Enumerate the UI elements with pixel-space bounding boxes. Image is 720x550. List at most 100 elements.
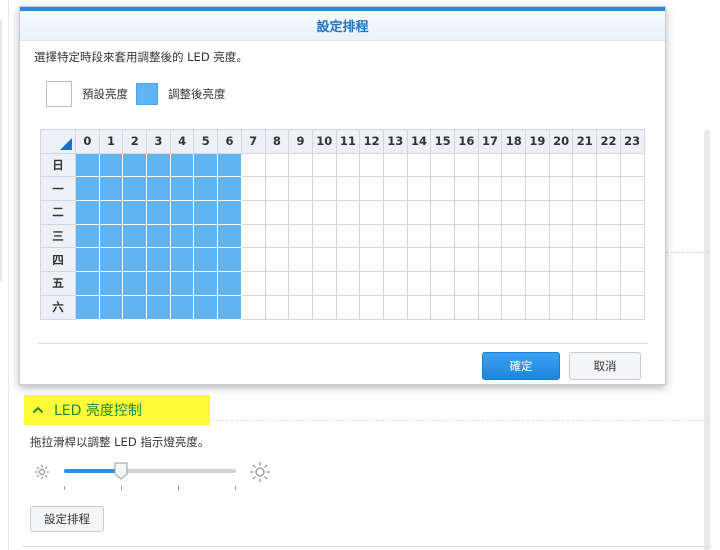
schedule-cell[interactable] <box>169 294 195 320</box>
schedule-cell[interactable] <box>454 200 479 225</box>
schedule-cell[interactable] <box>193 152 219 178</box>
schedule-cell[interactable] <box>406 176 432 202</box>
schedule-cell[interactable] <box>98 152 124 178</box>
schedule-cell[interactable] <box>75 247 100 273</box>
schedule-cell[interactable] <box>454 247 479 273</box>
schedule-cell[interactable] <box>311 247 337 273</box>
schedule-cell[interactable] <box>382 200 408 225</box>
schedule-cell[interactable] <box>430 176 455 202</box>
schedule-cell[interactable] <box>548 152 574 178</box>
hour-header-15[interactable]: 15 <box>430 129 455 154</box>
schedule-cell[interactable] <box>98 176 124 202</box>
schedule-cell[interactable] <box>217 152 242 178</box>
schedule-cell[interactable] <box>406 152 432 178</box>
schedule-cell[interactable] <box>98 200 124 225</box>
schedule-grid[interactable]: 0 1 2 3 4 5 6 7 8 9 10 11 12 13 14 15 16 17 18 19 20 21 22 23 日… <box>40 129 645 320</box>
schedule-cell[interactable] <box>264 271 290 296</box>
schedule-cell[interactable] <box>477 176 503 202</box>
schedule-cell[interactable] <box>169 200 195 225</box>
schedule-cell[interactable] <box>596 247 621 273</box>
schedule-cell[interactable] <box>525 223 550 249</box>
schedule-cell[interactable] <box>454 294 479 320</box>
schedule-cell[interactable] <box>288 294 313 320</box>
schedule-cell[interactable] <box>193 294 219 320</box>
schedule-cell[interactable] <box>501 271 527 296</box>
day-header[interactable]: 一 <box>40 176 76 202</box>
hour-header-1[interactable]: 1 <box>98 129 124 154</box>
schedule-cell[interactable] <box>525 247 550 273</box>
schedule-cell[interactable] <box>406 223 432 249</box>
schedule-cell[interactable] <box>193 223 219 249</box>
schedule-cell[interactable] <box>619 223 645 249</box>
schedule-cell[interactable] <box>122 176 148 202</box>
schedule-cell[interactable] <box>75 223 100 249</box>
schedule-cell[interactable] <box>525 294 550 320</box>
schedule-cell[interactable] <box>335 271 361 296</box>
schedule-cell[interactable] <box>240 152 266 178</box>
schedule-cell[interactable] <box>501 223 527 249</box>
cancel-button[interactable]: 取消 <box>569 352 641 380</box>
schedule-cell[interactable] <box>335 200 361 225</box>
schedule-cell[interactable] <box>240 200 266 225</box>
schedule-cell[interactable] <box>311 271 337 296</box>
schedule-cell[interactable] <box>596 271 621 296</box>
schedule-cell[interactable] <box>311 200 337 225</box>
schedule-cell[interactable] <box>572 271 598 296</box>
schedule-cell[interactable] <box>619 294 645 320</box>
schedule-cell[interactable] <box>288 271 313 296</box>
hour-header-9[interactable]: 9 <box>288 129 313 154</box>
schedule-cell[interactable] <box>454 176 479 202</box>
schedule-cell[interactable] <box>572 247 598 273</box>
schedule-cell[interactable] <box>501 152 527 178</box>
schedule-cell[interactable] <box>477 223 503 249</box>
hour-header-21[interactable]: 21 <box>572 129 598 154</box>
schedule-cell[interactable] <box>240 271 266 296</box>
schedule-cell[interactable] <box>169 223 195 249</box>
day-header[interactable]: 三 <box>40 223 76 249</box>
schedule-cell[interactable] <box>477 152 503 178</box>
schedule-cell[interactable] <box>169 152 195 178</box>
hour-header-5[interactable]: 5 <box>193 129 219 154</box>
schedule-cell[interactable] <box>169 247 195 273</box>
day-header[interactable]: 日 <box>40 152 76 178</box>
schedule-cell[interactable] <box>359 152 384 178</box>
schedule-cell[interactable] <box>572 200 598 225</box>
schedule-cell[interactable] <box>264 223 290 249</box>
schedule-cell[interactable] <box>335 247 361 273</box>
schedule-cell[interactable] <box>359 247 384 273</box>
schedule-cell[interactable] <box>430 271 455 296</box>
schedule-cell[interactable] <box>146 176 171 202</box>
schedule-cell[interactable] <box>477 200 503 225</box>
slider-track[interactable] <box>64 462 236 480</box>
schedule-cell[interactable] <box>335 152 361 178</box>
schedule-cell[interactable] <box>596 176 621 202</box>
schedule-cell[interactable] <box>454 271 479 296</box>
schedule-cell[interactable] <box>548 200 574 225</box>
schedule-cell[interactable] <box>501 176 527 202</box>
schedule-cell[interactable] <box>288 223 313 249</box>
hour-header-14[interactable]: 14 <box>406 129 432 154</box>
hour-header-6[interactable]: 6 <box>217 129 242 154</box>
hour-header-8[interactable]: 8 <box>264 129 290 154</box>
schedule-cell[interactable] <box>454 152 479 178</box>
schedule-cell[interactable] <box>217 247 242 273</box>
schedule-cell[interactable] <box>122 223 148 249</box>
schedule-cell[interactable] <box>572 176 598 202</box>
hour-header-12[interactable]: 12 <box>359 129 384 154</box>
schedule-cell[interactable] <box>193 200 219 225</box>
schedule-cell[interactable] <box>169 176 195 202</box>
schedule-cell[interactable] <box>240 294 266 320</box>
schedule-cell[interactable] <box>619 176 645 202</box>
schedule-cell[interactable] <box>430 200 455 225</box>
hour-header-23[interactable]: 23 <box>619 129 645 154</box>
hour-header-11[interactable]: 11 <box>335 129 361 154</box>
hour-header-2[interactable]: 2 <box>122 129 148 154</box>
ok-button[interactable]: 確定 <box>482 352 560 380</box>
schedule-cell[interactable] <box>122 294 148 320</box>
led-brightness-section-header[interactable]: LED 亮度控制 <box>24 395 210 425</box>
schedule-cell[interactable] <box>572 152 598 178</box>
schedule-cell[interactable] <box>193 271 219 296</box>
hour-header-7[interactable]: 7 <box>240 129 266 154</box>
schedule-cell[interactable] <box>382 271 408 296</box>
schedule-cell[interactable] <box>619 152 645 178</box>
